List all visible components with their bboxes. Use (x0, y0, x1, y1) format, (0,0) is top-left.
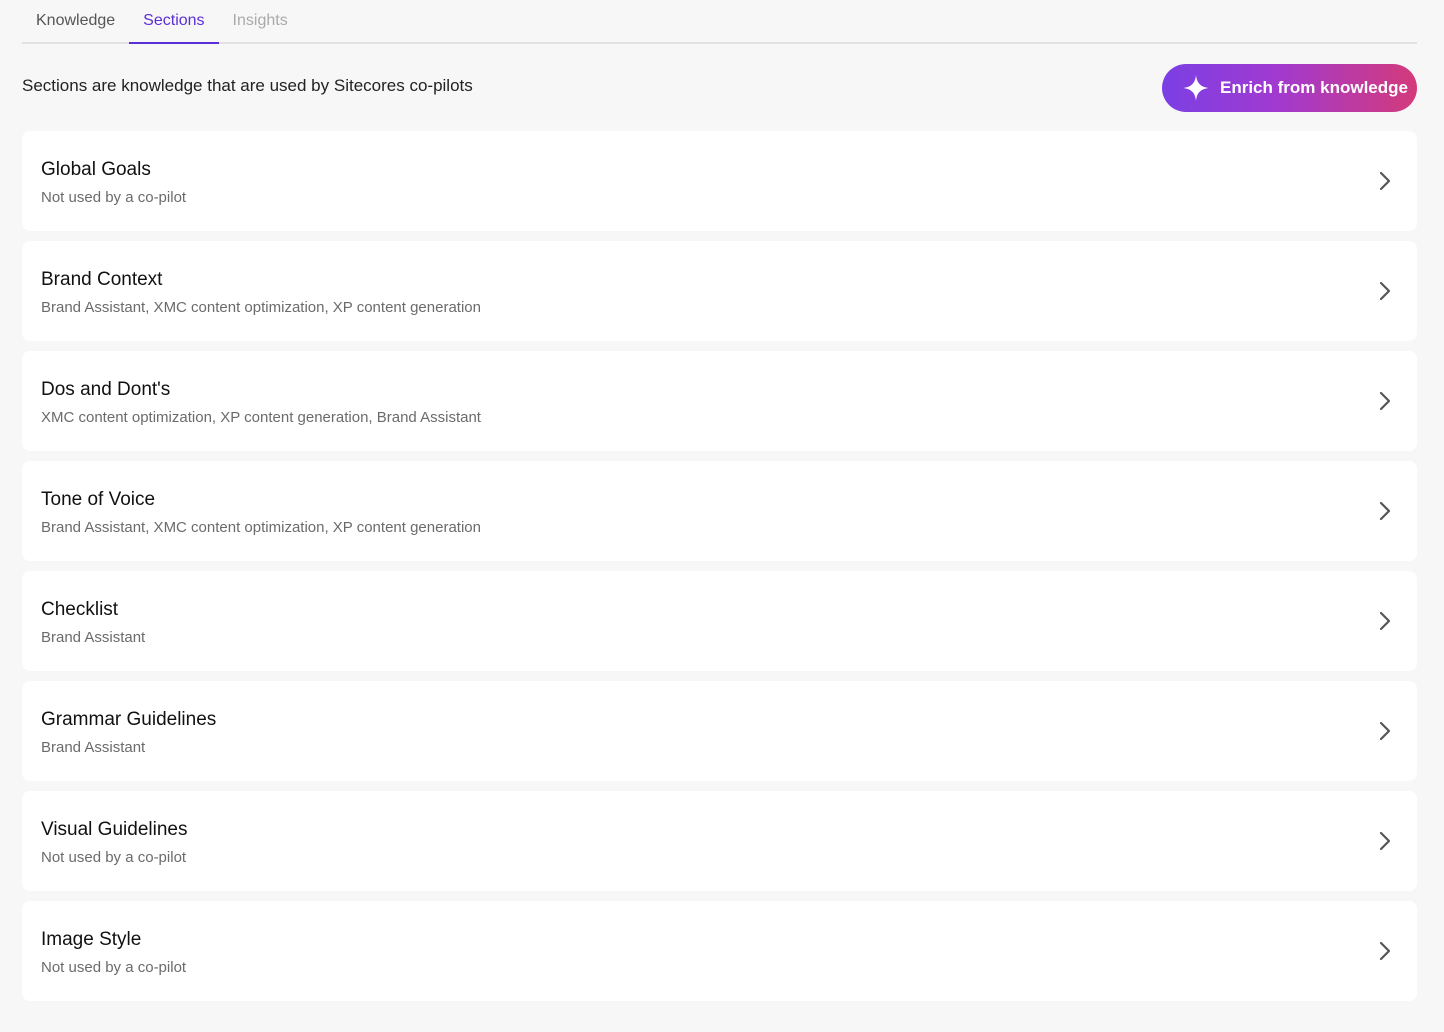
chevron-right-icon (1379, 391, 1391, 411)
section-card-global-goals[interactable]: Global Goals Not used by a co-pilot (22, 131, 1417, 231)
section-card-grammar-guidelines[interactable]: Grammar Guidelines Brand Assistant (22, 681, 1417, 781)
section-title: Dos and Dont's (41, 379, 171, 400)
chevron-right-icon (1379, 501, 1391, 521)
section-title: Visual Guidelines (41, 819, 188, 840)
section-card-dos-and-donts[interactable]: Dos and Dont's XMC content optimization,… (22, 351, 1417, 451)
section-copilots: Brand Assistant (41, 629, 146, 646)
chevron-right-icon (1379, 941, 1391, 961)
section-title: Checklist (41, 599, 119, 620)
chevron-right-icon (1379, 281, 1391, 301)
tab-sections[interactable]: Sections (129, 0, 219, 44)
section-copilots: XMC content optimization, XP content gen… (41, 409, 481, 426)
section-card-visual-guidelines[interactable]: Visual Guidelines Not used by a co-pilot (22, 791, 1417, 891)
section-title: Global Goals (41, 159, 151, 180)
sections-page: Knowledge Sections Insights Sections are… (0, 0, 1444, 1032)
tab-bar: Knowledge Sections Insights (22, 0, 1417, 44)
section-copilots: Brand Assistant, XMC content optimizatio… (41, 519, 481, 536)
section-title: Grammar Guidelines (41, 709, 217, 730)
section-copilots: Not used by a co-pilot (41, 189, 187, 206)
section-card-checklist[interactable]: Checklist Brand Assistant (22, 571, 1417, 671)
section-title: Brand Context (41, 269, 163, 290)
sparkle-icon (1183, 75, 1209, 101)
section-card-brand-context[interactable]: Brand Context Brand Assistant, XMC conte… (22, 241, 1417, 341)
tab-insights[interactable]: Insights (219, 0, 302, 42)
enrich-button-label: Enrich from knowledge (1220, 78, 1408, 97)
section-copilots: Brand Assistant (41, 739, 146, 756)
intro-text: Sections are knowledge that are used by … (22, 76, 473, 95)
chevron-right-icon (1379, 171, 1391, 191)
chevron-right-icon (1379, 831, 1391, 851)
chevron-right-icon (1379, 721, 1391, 741)
section-copilots: Not used by a co-pilot (41, 959, 187, 976)
section-copilots: Brand Assistant, XMC content optimizatio… (41, 299, 481, 316)
sections-list: Global Goals Not used by a co-pilot Bran… (22, 131, 1417, 1011)
chevron-right-icon (1379, 611, 1391, 631)
tab-knowledge[interactable]: Knowledge (22, 0, 129, 42)
enrich-from-knowledge-button[interactable]: Enrich from knowledge (1162, 64, 1417, 112)
section-card-tone-of-voice[interactable]: Tone of Voice Brand Assistant, XMC conte… (22, 461, 1417, 561)
section-title: Tone of Voice (41, 489, 156, 510)
section-title: Image Style (41, 929, 142, 950)
section-copilots: Not used by a co-pilot (41, 849, 187, 866)
section-card-image-style[interactable]: Image Style Not used by a co-pilot (22, 901, 1417, 1001)
